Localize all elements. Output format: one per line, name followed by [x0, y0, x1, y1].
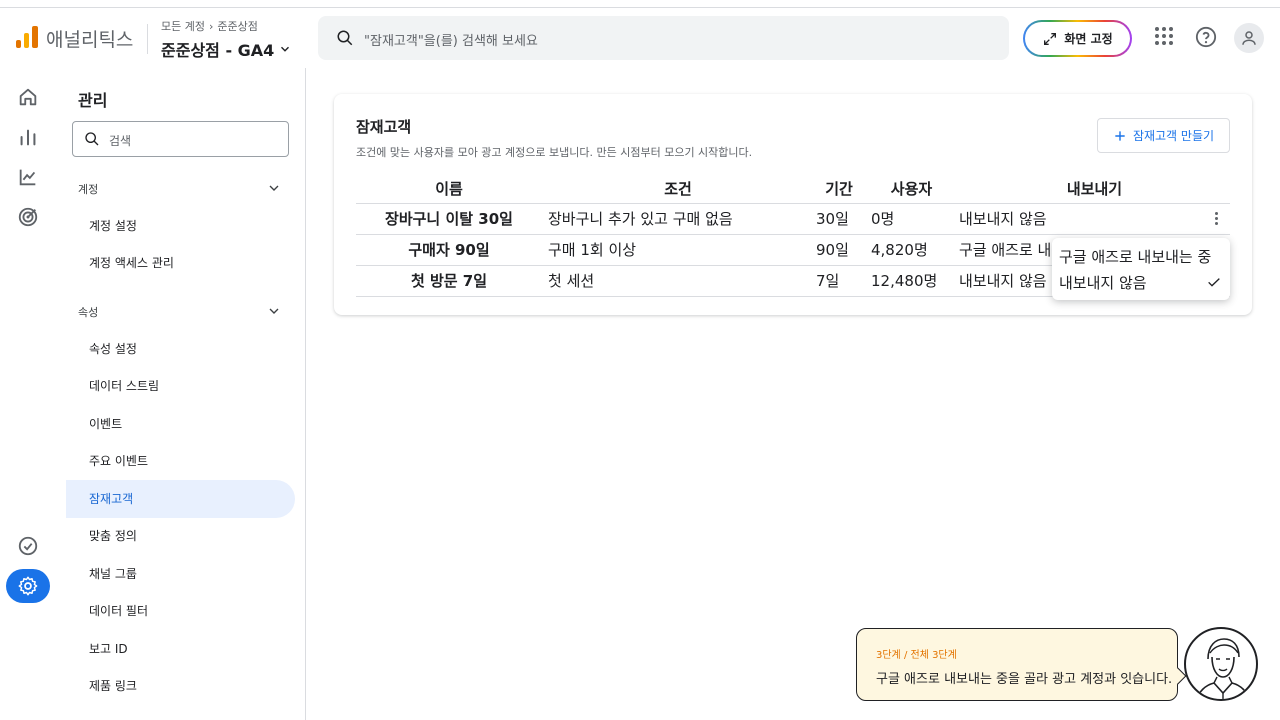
- nav-section-account[interactable]: 계정: [78, 181, 98, 197]
- property-name: 준준상점 - GA4: [161, 41, 275, 60]
- advertising-target-icon[interactable]: [17, 206, 39, 228]
- header-divider: [147, 24, 148, 54]
- nav-item-key-events[interactable]: 주요 이벤트: [66, 442, 295, 480]
- search-placeholder: "잠재고객"을(를) 검색해 보세요: [364, 34, 538, 49]
- page-title: 잠재고객: [356, 118, 412, 136]
- plus-icon: [1115, 130, 1125, 141]
- dropdown-option-not-exported[interactable]: 내보내지 않음: [1059, 272, 1147, 293]
- check-circle-icon[interactable]: [17, 535, 39, 557]
- nav-item-data-streams[interactable]: 데이터 스트림: [66, 367, 295, 405]
- chevron-down-icon: [281, 46, 290, 52]
- guide-tooltip: 3단계 / 전체 3단계 구글 애즈로 내보내는 중을 골라 광고 계정과 잇습…: [856, 628, 1178, 701]
- create-audience-button[interactable]: 잠재고객 만들기: [1097, 118, 1230, 153]
- column-header-period[interactable]: 기간: [814, 175, 864, 203]
- reports-bar-icon[interactable]: [17, 126, 39, 148]
- person-icon: [1242, 31, 1256, 45]
- chevron-up-icon[interactable]: [266, 180, 282, 196]
- admin-settings-button[interactable]: [6, 569, 50, 603]
- nav-item-channel-groups[interactable]: 채널 그룹: [66, 555, 295, 593]
- search-icon: [337, 30, 353, 46]
- nav-item-property-settings[interactable]: 속성 설정: [66, 330, 295, 368]
- page-subtitle: 조건에 맞는 사용자를 모아 광고 계정으로 보냅니다. 만든 시점부터 모으기…: [356, 146, 753, 159]
- table-row[interactable]: 장바구니 이탈 30일 장바구니 추가 있고 구매 없음 30일 0명 내보내지…: [356, 202, 1230, 235]
- nav-item-account-access[interactable]: 계정 액세스 관리: [66, 244, 295, 282]
- audience-users: 12,480명: [864, 265, 959, 297]
- window-top-border: [0, 0, 1280, 8]
- audience-period: 7일: [814, 265, 864, 297]
- audience-condition: 장바구니 추가 있고 구매 없음: [542, 202, 814, 235]
- nav-item-product-links[interactable]: 제품 링크: [66, 667, 295, 705]
- app-name[interactable]: 애널리틱스: [46, 25, 133, 52]
- checkmark-icon: [1208, 278, 1220, 287]
- nav-item-audiences[interactable]: 잠재고객: [66, 480, 295, 518]
- column-header-name[interactable]: 이름: [356, 175, 542, 203]
- nav-item-events[interactable]: 이벤트: [66, 405, 295, 443]
- audience-users: 4,820명: [864, 234, 959, 266]
- home-icon[interactable]: [17, 86, 39, 108]
- nav-search-placeholder: 검색: [109, 134, 132, 148]
- nav-section-property[interactable]: 속성: [78, 304, 98, 320]
- chevron-right-icon: ›: [208, 19, 214, 33]
- audience-period: 90일: [814, 234, 864, 266]
- guide-message: 구글 애즈로 내보내는 중을 골라 광고 계정과 잇습니다.: [876, 672, 1173, 687]
- audience-name[interactable]: 첫 방문 7일: [356, 265, 542, 297]
- column-header-condition[interactable]: 조건: [542, 175, 814, 203]
- export-dropdown-menu: 구글 애즈로 내보내는 중 내보내지 않음: [1052, 238, 1230, 300]
- mascot-face-icon: [1196, 638, 1250, 699]
- dropdown-option-exporting[interactable]: 구글 애즈로 내보내는 중: [1059, 246, 1211, 267]
- audience-users: 0명: [864, 202, 959, 235]
- explore-chart-icon[interactable]: [17, 166, 39, 188]
- account-avatar[interactable]: [1234, 23, 1264, 53]
- property-selector[interactable]: 준준상점 - GA4: [161, 37, 292, 61]
- gear-icon: [18, 576, 38, 596]
- help-icon[interactable]: [1195, 26, 1217, 48]
- nav-item-custom-definitions[interactable]: 맞춤 정의: [66, 517, 295, 555]
- admin-side-nav: 관리 검색 계정 계정 설정 계정 액세스 관리 속성 속성 설정 데이터 스트…: [56, 68, 306, 720]
- global-search-input[interactable]: "잠재고객"을(를) 검색해 보세요: [318, 16, 1009, 60]
- analytics-logo-icon[interactable]: [16, 26, 38, 48]
- guide-step-indicator: 3단계 / 전체 3단계: [876, 650, 957, 661]
- column-header-export[interactable]: 내보내기: [959, 175, 1230, 203]
- nav-item-reporting-id[interactable]: 보고 ID: [66, 630, 295, 668]
- chevron-up-icon[interactable]: [266, 303, 282, 319]
- audience-name[interactable]: 장바구니 이탈 30일: [356, 202, 542, 235]
- breadcrumb-all-accounts[interactable]: 모든 계정: [161, 18, 205, 34]
- breadcrumb: 모든 계정 › 준준상점: [161, 18, 258, 34]
- audience-name[interactable]: 구매자 90일: [356, 234, 542, 266]
- pin-screen-label: 화면 고정: [1064, 32, 1113, 46]
- audience-condition: 첫 세션: [542, 265, 814, 297]
- nav-item-account-settings[interactable]: 계정 설정: [66, 207, 295, 245]
- apps-grid-icon[interactable]: [1154, 26, 1174, 46]
- column-header-users[interactable]: 사용자: [864, 175, 959, 203]
- guide-mascot-avatar[interactable]: [1184, 627, 1258, 701]
- expand-icon: [1044, 32, 1057, 45]
- audience-export-status[interactable]: 내보내지 않음: [959, 202, 1230, 235]
- search-icon: [85, 132, 99, 146]
- nav-item-data-filters[interactable]: 데이터 필터: [66, 592, 295, 630]
- table-header-row: 이름 조건 기간 사용자 내보내기: [356, 175, 1230, 203]
- app-header: 애널리틱스 모든 계정 › 준준상점 준준상점 - GA4 "잠재고객"을(를)…: [0, 8, 1280, 68]
- nav-title: 관리: [78, 91, 108, 110]
- pin-screen-button[interactable]: 화면 고정: [1023, 20, 1132, 57]
- audience-condition: 구매 1회 이상: [542, 234, 814, 266]
- nav-search-input[interactable]: 검색: [72, 121, 289, 157]
- breadcrumb-account[interactable]: 준준상점: [217, 18, 257, 34]
- create-audience-label: 잠재고객 만들기: [1132, 129, 1215, 143]
- row-more-icon[interactable]: [1208, 208, 1224, 228]
- audience-period: 30일: [814, 202, 864, 235]
